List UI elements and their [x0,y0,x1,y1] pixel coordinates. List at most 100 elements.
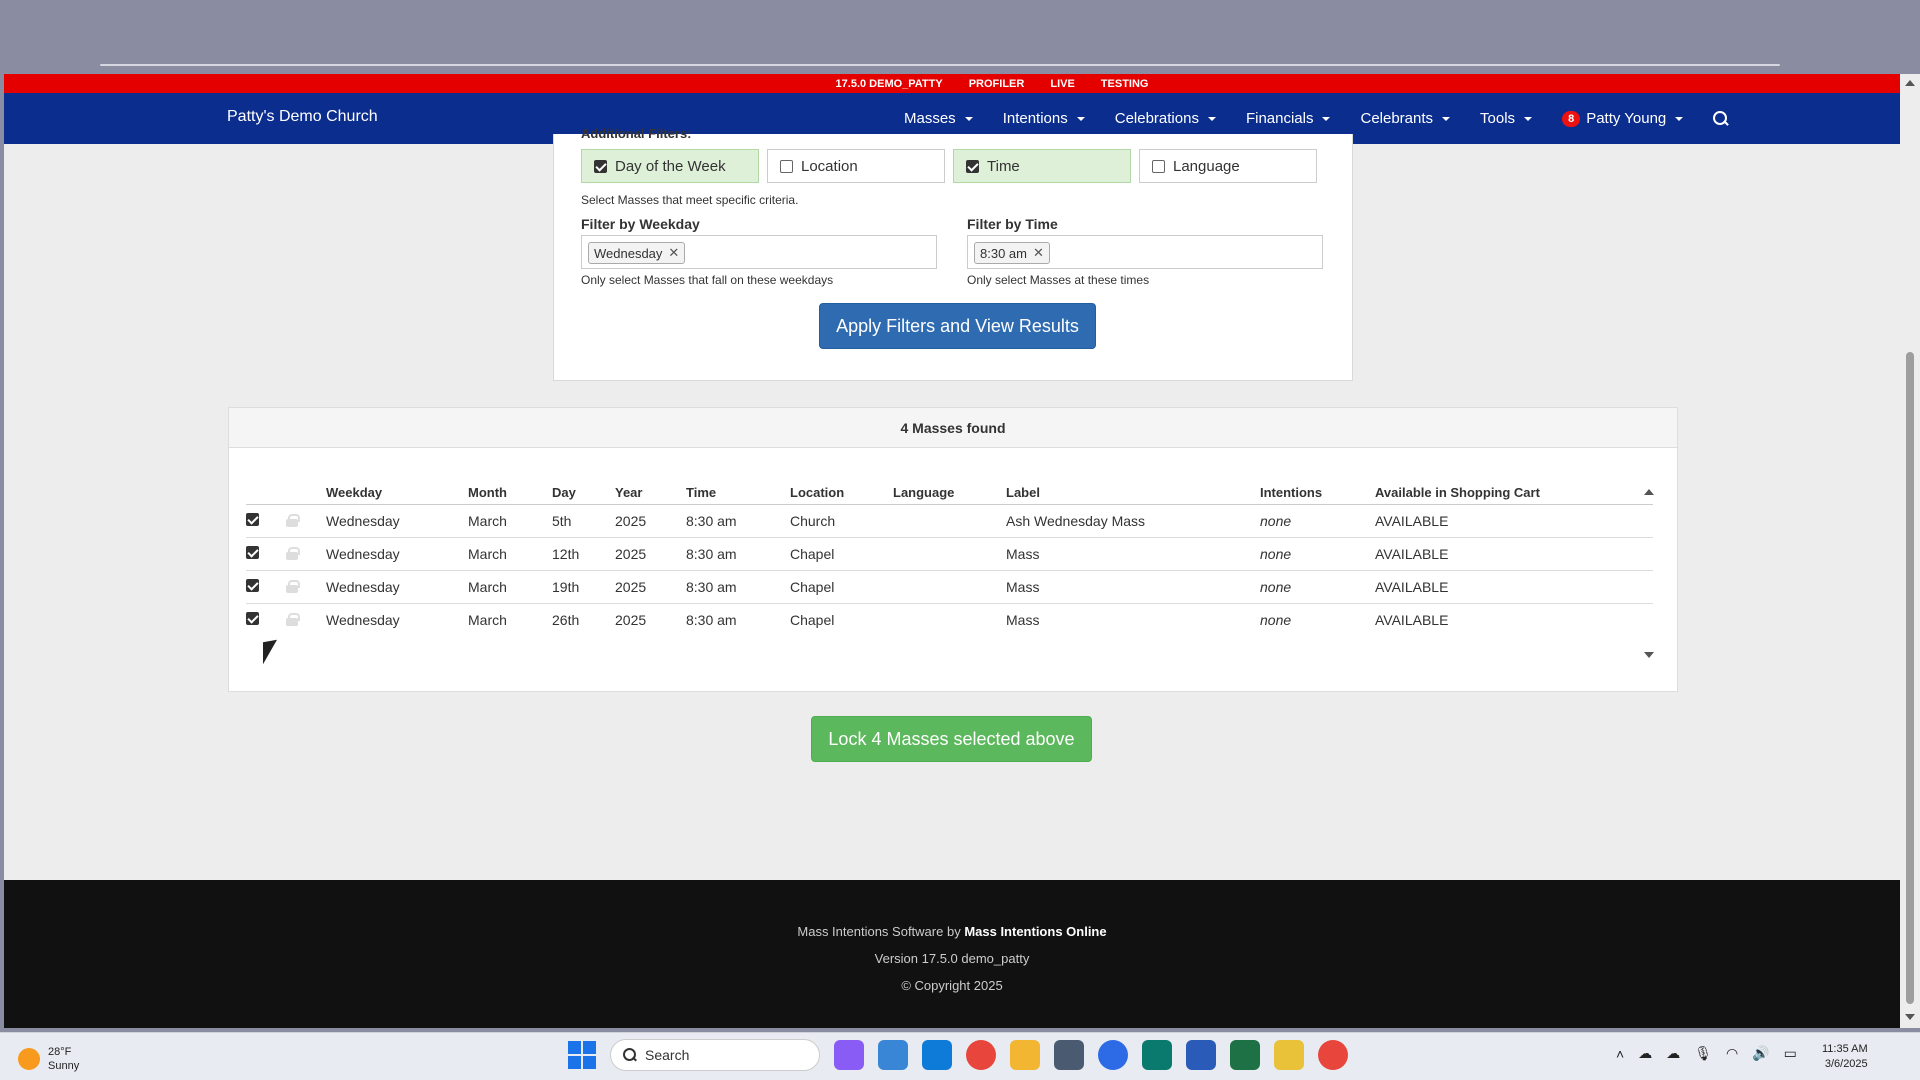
file-explorer-icon[interactable] [1010,1040,1040,1070]
nav-celebrants[interactable]: Celebrants [1360,110,1451,127]
page-scrollbar[interactable] [1900,74,1920,1028]
filters-help: Select Masses that meet specific criteri… [581,193,799,207]
nav-celebrations[interactable]: Celebrations [1115,110,1216,127]
search-icon [623,1048,637,1062]
time-tag: 8:30 am ✕ [974,242,1050,264]
env-live[interactable]: LIVE [1050,78,1074,90]
col-time[interactable]: Time [686,479,790,505]
brand-link[interactable]: Patty's Demo Church [227,108,378,126]
time-filter-help: Only select Masses at these times [967,273,1150,287]
main-content: Additional Filters: Day of the Week Loca… [4,126,1900,879]
chevron-down-icon [1076,116,1085,121]
weekday-tag: Wednesday ✕ [588,242,686,264]
table-row: Wednesday March 19th 2025 8:30 am Chapel Mass n… [246,570,1653,604]
filter-location[interactable]: Location [767,149,945,183]
apply-filters-button[interactable]: Apply Filters and View Results [819,303,1096,349]
table-row: Wednesday March 12th 2025 8:30 am Chapel Mass n… [246,537,1653,571]
scroll-up-icon[interactable] [1905,80,1915,86]
system-tray: ˄ ☁ ☁ 🎙 ◠ 🔊 ▭ [1616,1045,1797,1062]
col-day[interactable]: Day [552,479,615,505]
table-row: Wednesday March 5th 2025 8:30 am Church Ash We… [246,504,1653,538]
weekday-filter-help: Only select Masses that fall on these we… [581,273,834,287]
lock-icon [286,580,300,593]
col-label[interactable]: Label [1006,479,1260,505]
windows-start-icon[interactable] [568,1041,596,1069]
chevron-down-icon [1442,116,1451,121]
results-panel: 4 Masses found Weekday Month Day Year Ti… [228,407,1678,692]
word-icon[interactable] [1186,1040,1216,1070]
snipping-tool-icon[interactable] [878,1040,908,1070]
scroll-down-icon[interactable] [1905,1014,1915,1020]
nav-masses[interactable]: Masses [904,110,973,127]
col-intentions[interactable]: Intentions [1260,479,1375,505]
windows-taskbar: 28°F Sunny Search ˄ ☁ ☁ 🎙 ◠ 🔊 ▭ 11:35 AM … [0,1032,1920,1080]
col-language[interactable]: Language [893,479,1006,505]
calculator-icon[interactable] [1054,1040,1084,1070]
nav-tools[interactable]: Tools [1480,110,1533,127]
checkbox-icon [594,159,607,173]
col-weekday[interactable]: Weekday [326,479,468,505]
nav-intentions[interactable]: Intentions [1003,110,1085,127]
volume-icon[interactable]: 🔊 [1752,1045,1769,1062]
filter-panel: Additional Filters: Day of the Week Loca… [553,126,1353,381]
checkbox-icon [1152,159,1165,173]
results-count: 4 Masses found [229,408,1677,448]
sun-icon [18,1048,40,1070]
lock-icon [286,514,300,527]
excel-icon[interactable] [1230,1040,1260,1070]
scroll-thumb[interactable] [1906,352,1914,1004]
checkbox-icon [966,159,979,173]
row-checkbox[interactable] [246,546,259,559]
mouse-cursor-icon [263,639,277,665]
sticky-notes-icon[interactable] [1274,1040,1304,1070]
remove-tag-icon[interactable]: ✕ [668,245,679,261]
publisher-icon[interactable] [1142,1040,1172,1070]
chrome-icon[interactable] [966,1040,996,1070]
col-month[interactable]: Month [468,479,552,505]
page-footer: Mass Intentions Software by Mass Intenti… [4,880,1900,1028]
row-checkbox[interactable] [246,612,259,626]
nav-search[interactable] [1713,110,1729,127]
chrome-profile-icon[interactable] [1318,1040,1348,1070]
environment-bar: 17.5.0 DEMO_PATTY PROFILER LIVE TESTING [4,74,1900,93]
filter-language[interactable]: Language [1139,149,1317,183]
chevron-down-icon [1524,116,1533,121]
chevron-up-icon[interactable]: ˄ [1616,1046,1624,1062]
search-icon [1713,110,1729,127]
weekday-filter-input[interactable]: Wednesday ✕ [581,235,937,269]
filter-day-of-week[interactable]: Day of the Week [581,149,759,183]
col-location[interactable]: Location [790,479,893,505]
filter-time[interactable]: Time [953,149,1131,183]
col-available[interactable]: Available in Shopping Cart [1375,479,1653,505]
row-checkbox[interactable] [246,579,259,592]
env-testing[interactable]: TESTING [1101,78,1149,90]
footer-brand-link[interactable]: Mass Intentions Online [964,924,1106,939]
chevron-down-icon [1675,116,1684,121]
time-filter-input[interactable]: 8:30 am ✕ [967,235,1323,269]
wifi-icon[interactable]: ◠ [1726,1045,1738,1062]
battery-icon[interactable]: ▭ [1784,1045,1797,1062]
taskbar-clock[interactable]: 11:35 AM 3/6/2025 [1822,1042,1868,1072]
env-profiler[interactable]: PROFILER [969,78,1025,90]
row-checkbox[interactable] [246,513,259,526]
weekday-filter-label: Filter by Weekday [581,216,700,232]
chevron-down-icon [964,116,973,121]
lock-masses-button[interactable]: Lock 4 Masses selected above [811,716,1092,762]
taskbar-search[interactable]: Search [610,1039,820,1071]
remove-tag-icon[interactable]: ✕ [1033,245,1044,261]
zoom-icon[interactable] [1098,1040,1128,1070]
notification-badge: 8 [1562,110,1581,127]
microphone-icon[interactable]: 🎙 [1694,1045,1712,1062]
col-year[interactable]: Year [615,479,686,505]
weather-widget[interactable]: 28°F Sunny [18,1045,79,1073]
edge-icon[interactable] [922,1040,952,1070]
copilot-icon[interactable] [834,1040,864,1070]
sort-down-icon[interactable] [1644,652,1654,658]
time-filter-label: Filter by Time [967,216,1058,232]
onedrive-icon[interactable]: ☁ [1666,1045,1680,1062]
env-version: 17.5.0 DEMO_PATTY [835,77,943,90]
cloud-icon[interactable]: ☁ [1638,1045,1652,1062]
lock-icon [286,547,300,560]
nav-user-menu[interactable]: 8 Patty Young [1562,110,1684,127]
nav-financials[interactable]: Financials [1246,110,1331,127]
